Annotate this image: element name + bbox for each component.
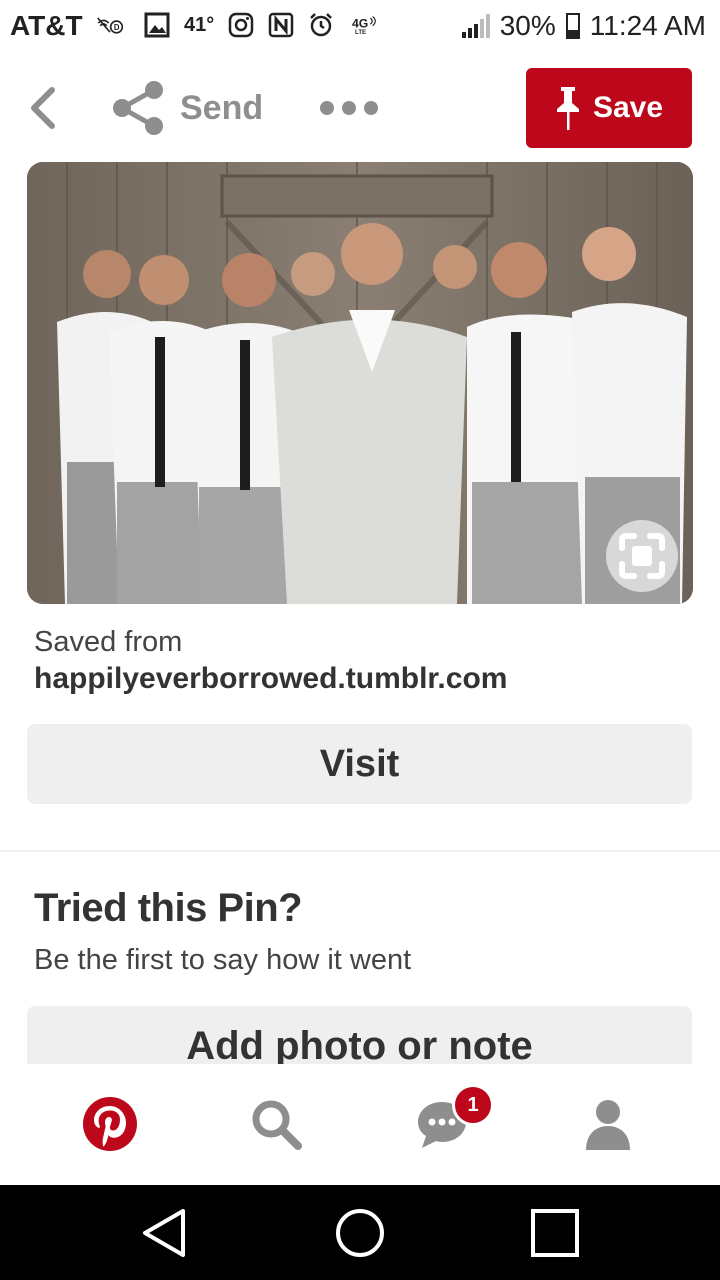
pinterest-home-icon	[83, 1097, 137, 1151]
status-right: 30% 11:24 AM	[461, 10, 706, 42]
dot-icon	[342, 101, 356, 115]
pin-image[interactable]	[27, 162, 693, 604]
svg-text:D: D	[114, 23, 120, 32]
instagram-icon	[228, 12, 254, 38]
no-signal-d-icon: D	[90, 12, 130, 38]
save-button[interactable]: Save	[526, 68, 692, 148]
pin-action-bar: Send Save	[0, 56, 720, 160]
image-icon	[144, 12, 170, 38]
nav-home-icon	[336, 1209, 384, 1257]
nav-recents-icon	[531, 1209, 579, 1257]
send-button[interactable]: Send	[112, 78, 263, 138]
nav-back-icon	[143, 1209, 185, 1257]
tried-section-title: Tried this Pin?	[34, 886, 303, 930]
bottom-tab-bar: 1	[0, 1064, 720, 1185]
more-options-button[interactable]	[320, 96, 380, 120]
back-button[interactable]	[22, 86, 62, 130]
pushpin-icon	[556, 87, 579, 130]
add-photo-note-label: Add photo or note	[186, 1024, 533, 1068]
nav-back-button[interactable]	[136, 1205, 192, 1261]
signal-icon	[461, 14, 490, 38]
back-arrow-icon	[31, 87, 55, 129]
4g-lte-icon: 4G LTE	[348, 12, 382, 38]
nav-recents-button[interactable]	[527, 1205, 583, 1261]
source-domain-link[interactable]: happilyeverborrowed.tumblr.com	[34, 662, 507, 696]
nav-home-button[interactable]	[332, 1205, 388, 1261]
status-bar: AT&T D 41° 4G LTE 30% 11:24 AM	[0, 0, 720, 56]
android-nav-bar	[0, 1185, 720, 1280]
search-icon	[252, 1100, 302, 1150]
dot-icon	[364, 101, 378, 115]
tab-profile[interactable]	[578, 1094, 638, 1154]
section-divider	[0, 850, 720, 852]
battery-percent: 30%	[499, 10, 556, 41]
tab-search[interactable]	[246, 1094, 306, 1154]
profile-icon	[586, 1100, 630, 1150]
temperature-label: 41°	[184, 13, 215, 36]
clock: 11:24 AM	[589, 10, 706, 41]
saved-from-label: Saved from	[34, 626, 183, 658]
tab-home[interactable]	[80, 1094, 140, 1154]
svg-text:LTE: LTE	[355, 29, 366, 36]
carrier-label: AT&T	[10, 10, 83, 41]
groomsmen-photo	[27, 162, 693, 604]
visual-search-icon	[619, 533, 665, 579]
notification-badge: 1	[452, 1084, 494, 1126]
visual-search-button[interactable]	[606, 520, 678, 592]
alarm-icon	[308, 12, 334, 38]
battery-icon	[565, 13, 580, 39]
nfc-icon	[268, 12, 294, 38]
dot-icon	[320, 101, 334, 115]
send-label: Send	[180, 88, 264, 127]
svg-text:4G: 4G	[352, 16, 368, 30]
status-icons: D 41° 4G LTE	[90, 12, 382, 38]
visit-button[interactable]: Visit	[27, 724, 692, 804]
tried-section-subtitle: Be the first to say how it went	[34, 944, 412, 976]
share-icon	[113, 81, 163, 135]
save-label: Save	[592, 91, 664, 124]
